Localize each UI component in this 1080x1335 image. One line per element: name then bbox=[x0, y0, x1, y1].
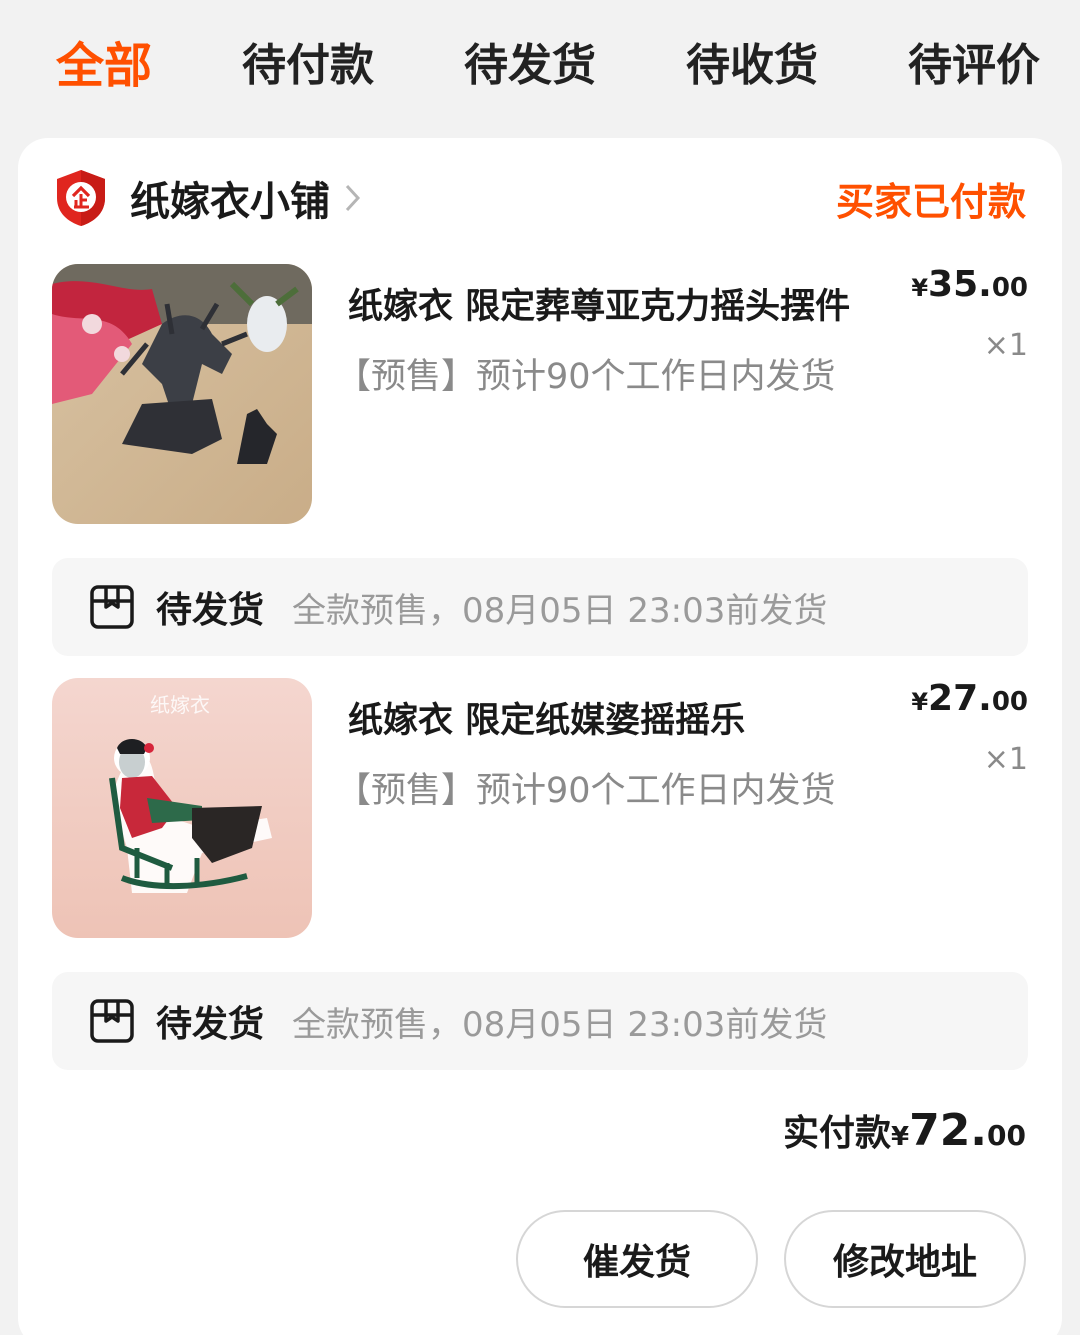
tab-all[interactable]: 全部 bbox=[56, 26, 152, 96]
product-price: ¥27.00 bbox=[911, 678, 1028, 719]
shipping-status-row[interactable]: 待发货 全款预售，08月05日 23:03前发货 bbox=[52, 972, 1028, 1070]
tab-pending-payment[interactable]: 待付款 bbox=[242, 29, 374, 93]
svg-text:纸嫁衣: 纸嫁衣 bbox=[150, 693, 210, 717]
urge-shipment-button[interactable]: 催发货 bbox=[516, 1210, 758, 1308]
order-status: 买家已付款 bbox=[835, 179, 1026, 224]
total-label: 实付款 bbox=[782, 1113, 891, 1154]
ship-status: 待发货 bbox=[156, 1004, 265, 1045]
ship-status: 待发货 bbox=[156, 590, 265, 631]
total-currency: ¥ bbox=[890, 1122, 910, 1152]
tab-pending-receipt[interactable]: 待收货 bbox=[686, 29, 818, 93]
ship-deadline: 全款预售，08月05日 23:03前发货 bbox=[292, 590, 828, 631]
total-amount: 72. bbox=[909, 1105, 988, 1156]
product-presale-note: 【预售】预计90个工作日内发货 bbox=[336, 357, 836, 397]
chevron-right-icon bbox=[345, 184, 361, 212]
order-tabs: 全部 待付款 待发货 待收货 待评价 bbox=[0, 0, 1080, 130]
product-price: ¥35.00 bbox=[911, 264, 1028, 305]
order-total: 实付款 ¥ 72. 00 bbox=[783, 1104, 1026, 1156]
package-box-icon bbox=[90, 585, 134, 629]
product-title[interactable]: 纸嫁衣 限定葬尊亚克力摇头摆件 bbox=[348, 278, 888, 329]
change-address-button[interactable]: 修改地址 bbox=[784, 1210, 1026, 1308]
package-box-icon bbox=[90, 999, 134, 1043]
product-quantity: ×1 bbox=[983, 328, 1028, 363]
total-cents: 00 bbox=[987, 1119, 1026, 1152]
shop-header[interactable]: 纸嫁衣小铺 买家已付款 bbox=[54, 168, 1026, 228]
product-image[interactable]: 纸嫁衣 bbox=[52, 678, 312, 938]
shipping-status-row[interactable]: 待发货 全款预售，08月05日 23:03前发货 bbox=[52, 558, 1028, 656]
ship-deadline: 全款预售，08月05日 23:03前发货 bbox=[292, 1004, 828, 1045]
product-title[interactable]: 纸嫁衣 限定纸媒婆摇摇乐 bbox=[348, 692, 888, 743]
tab-pending-review[interactable]: 待评价 bbox=[908, 29, 1040, 93]
order-card[interactable]: 纸嫁衣小铺 买家已付款 纸嫁衣 限定葬尊亚克力摇头摆件 【预售】预计90个工作日… bbox=[18, 138, 1062, 1335]
order-actions: 催发货 修改地址 bbox=[516, 1210, 1026, 1308]
order-item[interactable]: 纸嫁衣 纸嫁衣 限定纸媒婆摇摇乐 【预售】预计90个工作日内发货 ¥27.00 … bbox=[52, 678, 1028, 938]
product-presale-note: 【预售】预计90个工作日内发货 bbox=[336, 771, 836, 811]
product-quantity: ×1 bbox=[983, 742, 1028, 777]
tab-pending-shipment[interactable]: 待发货 bbox=[464, 29, 596, 93]
shop-name[interactable]: 纸嫁衣小铺 bbox=[130, 169, 330, 227]
enterprise-shield-icon bbox=[57, 170, 105, 226]
order-item[interactable]: 纸嫁衣 限定葬尊亚克力摇头摆件 【预售】预计90个工作日内发货 ¥35.00 ×… bbox=[52, 264, 1028, 524]
product-image[interactable] bbox=[52, 264, 312, 524]
